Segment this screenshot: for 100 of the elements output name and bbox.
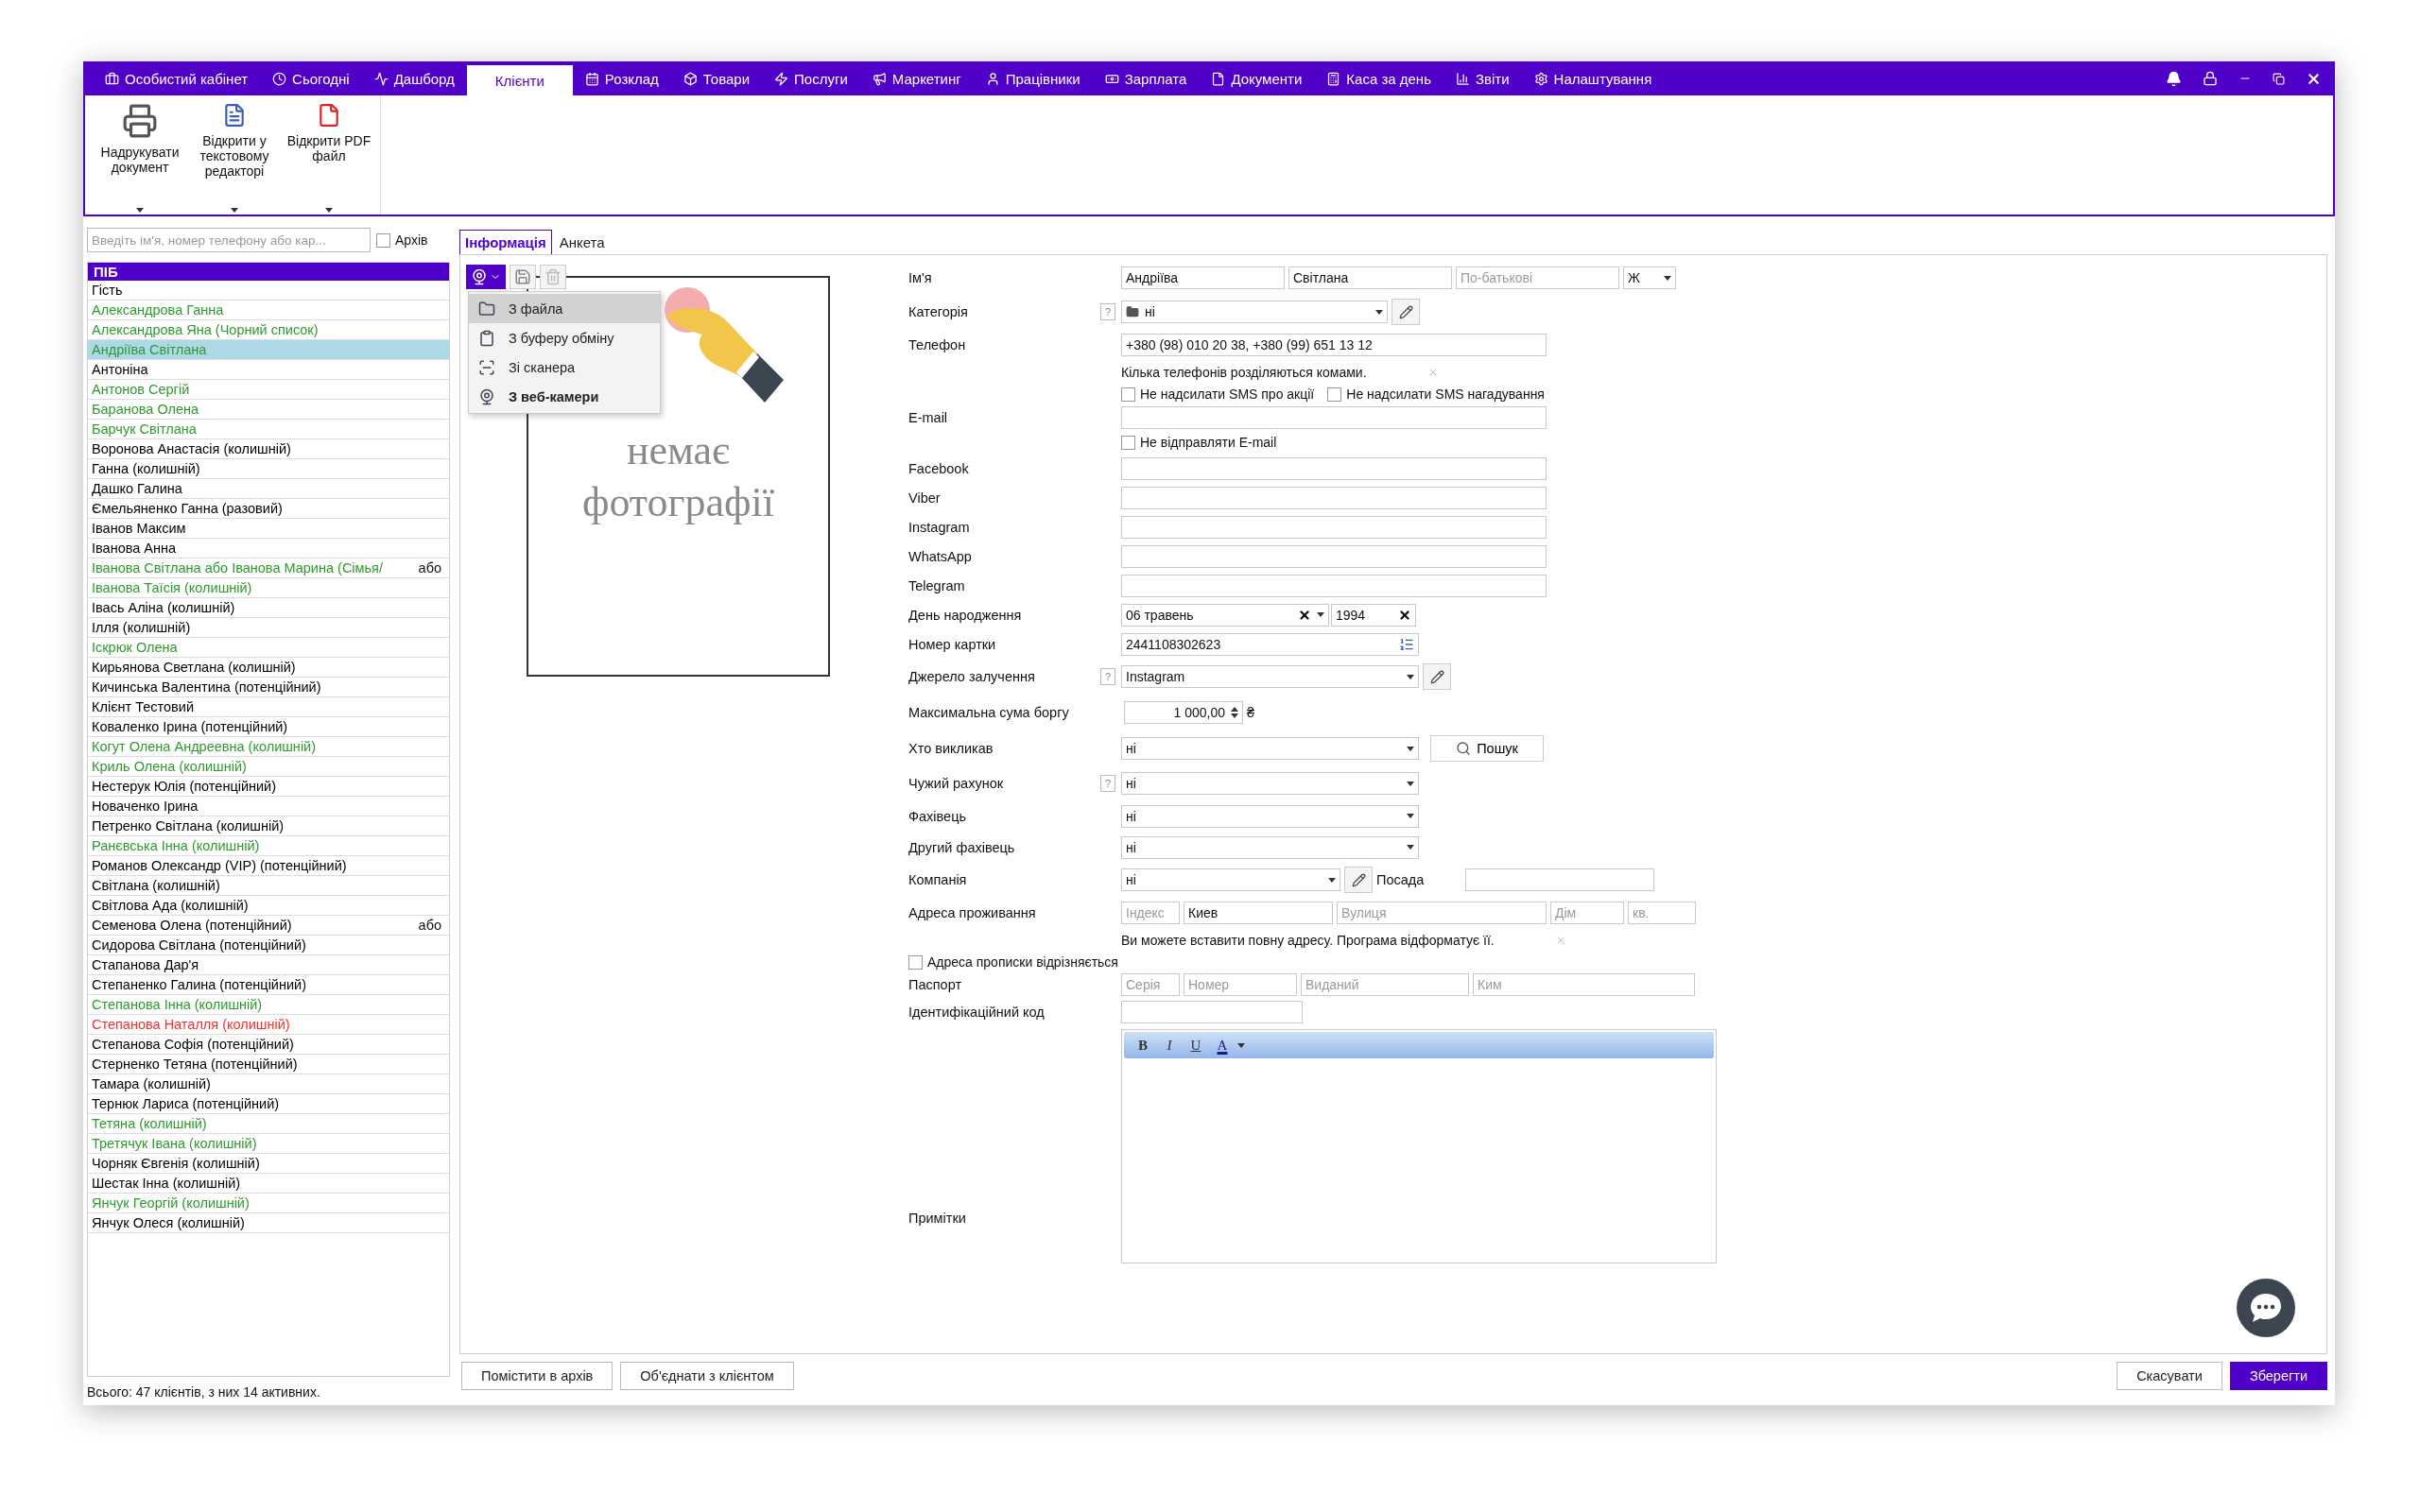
amount-field[interactable]: 1 000,00 (1124, 701, 1243, 724)
dropdown-arrow-icon[interactable] (1407, 674, 1414, 679)
checkbox[interactable]: Адреса прописки відрізняється (908, 954, 1118, 970)
birthday-year-field[interactable]: 1994 (1331, 603, 1416, 627)
tab[interactable]: Інформація (459, 230, 552, 254)
passport-field[interactable]: Ким (1473, 973, 1695, 996)
edit-button[interactable] (1423, 663, 1451, 690)
passport-field[interactable]: Номер (1184, 973, 1297, 996)
menu-tab[interactable]: Дашборд (361, 61, 467, 95)
help-icon[interactable]: ? (1100, 775, 1115, 792)
edit-button[interactable] (1344, 867, 1373, 893)
social-field[interactable] (1121, 456, 1547, 480)
passport-field[interactable]: Виданий (1301, 973, 1469, 996)
dropdown[interactable]: ні (1121, 737, 1419, 760)
last-name-field[interactable]: Андріїва (1121, 266, 1285, 289)
dropdown-arrow-icon[interactable] (136, 208, 144, 213)
social-field[interactable] (1121, 486, 1547, 509)
social-field[interactable] (1121, 515, 1547, 539)
dropdown[interactable]: Ж (1623, 266, 1676, 289)
checkbox[interactable]: Архів (376, 232, 428, 248)
client-name: Тетяна (колишній) (92, 1116, 207, 1131)
help-icon[interactable]: ? (1100, 303, 1115, 320)
dropdown[interactable]: ні (1121, 835, 1419, 859)
save-button[interactable] (510, 265, 536, 289)
dropdown-arrow-icon[interactable] (1407, 845, 1414, 850)
save-button[interactable]: Зберегти (2229, 1362, 2327, 1390)
dropdown-arrow-icon[interactable] (1375, 309, 1383, 315)
menu-tab[interactable]: Товари (670, 61, 763, 95)
birthday-day-field[interactable]: 06 травень (1121, 603, 1329, 627)
dropdown-arrow-icon[interactable] (231, 208, 238, 213)
search-button[interactable]: Пошук (1430, 735, 1544, 762)
action-button[interactable]: Помістити в архів (461, 1362, 614, 1390)
cancel-button[interactable]: Скасувати (2117, 1362, 2222, 1390)
dropdown-arrow-icon[interactable] (325, 208, 333, 213)
ribbon-button[interactable]: Надрукувати документ (93, 95, 187, 215)
position-field[interactable] (1465, 868, 1655, 891)
dropdown-arrow-icon[interactable] (1407, 746, 1414, 751)
menu-tab[interactable]: Сьогодні (260, 61, 362, 95)
dropdown-arrow-icon[interactable] (1237, 1042, 1245, 1048)
format-button[interactable]: I (1158, 1035, 1181, 1056)
menu-tab[interactable]: Документи (1199, 61, 1315, 95)
ribbon-button[interactable]: Відкрити у текстовому редакторі (187, 95, 282, 215)
menu-tab[interactable]: Звіти (1443, 61, 1522, 95)
edit-button[interactable] (1392, 299, 1420, 325)
search-field[interactable]: Введіть ім'я, номер телефону або кар... (87, 228, 371, 252)
menu-item[interactable]: З веб-камери (469, 382, 660, 411)
house-field[interactable]: Дім (1550, 902, 1624, 924)
camera-button[interactable] (466, 265, 506, 289)
dropdown[interactable]: ні (1121, 772, 1419, 795)
checkbox[interactable]: Не надсилати SMS нагадування (1327, 387, 1545, 402)
tax-id-field[interactable] (1121, 1001, 1303, 1023)
apartment-field[interactable]: кв. (1628, 902, 1696, 924)
menu-tab[interactable]: Клієнти (466, 65, 573, 95)
field-label: Фахівець (908, 808, 967, 824)
format-button[interactable]: B (1132, 1035, 1154, 1056)
menu-tab[interactable]: Налаштування (1521, 61, 1665, 95)
action-button[interactable]: Об'єднати з клієнтом (620, 1362, 794, 1390)
phone-field[interactable]: +380 (98) 010 20 38, +380 (99) 651 13 12 (1121, 334, 1547, 356)
dropdown[interactable]: Instagram (1121, 665, 1419, 688)
email-field[interactable] (1121, 406, 1547, 429)
menu-item[interactable]: З буферу обміну (469, 323, 660, 352)
menu-tab[interactable]: Каса за день (1314, 61, 1443, 95)
notification-icon[interactable] (2166, 70, 2182, 87)
checkbox[interactable]: Не надсилати SMS про акції (1121, 387, 1315, 402)
help-icon[interactable]: ? (1100, 668, 1115, 685)
first-name-field[interactable]: Світлана (1288, 266, 1452, 289)
format-button[interactable]: U (1184, 1035, 1207, 1056)
card-number-field[interactable]: 2441108302623 (1121, 632, 1419, 656)
notes-editor[interactable]: B I U A (1121, 1029, 1717, 1263)
menu-tab[interactable]: Особистий кабінет (93, 61, 261, 95)
dropdown-arrow-icon[interactable] (1407, 814, 1414, 818)
street-field[interactable]: Вулиця (1337, 902, 1547, 924)
social-field[interactable] (1121, 544, 1547, 568)
ribbon-button[interactable]: Відкрити PDF файл (282, 95, 376, 215)
dropdown-arrow-icon[interactable] (1664, 275, 1671, 281)
menu-item[interactable]: З файла (469, 294, 660, 323)
client-row[interactable]: Семенова Олена (потенційний) або (88, 916, 449, 936)
client-row[interactable]: Іванова Світлана або Іванова Марина (Сімья/ або (88, 558, 449, 578)
format-button[interactable]: A (1211, 1035, 1234, 1056)
dropdown-arrow-icon[interactable] (1328, 877, 1336, 883)
dropdown[interactable]: ні (1121, 868, 1340, 891)
menu-tab[interactable]: Зарплата (1092, 61, 1200, 95)
menu-tab[interactable]: Розклад (572, 61, 671, 95)
city-field[interactable]: Киев (1184, 902, 1333, 924)
menu-item[interactable]: Зі сканера (469, 352, 660, 382)
menu-tab[interactable]: Послуги (762, 61, 860, 95)
checkbox[interactable]: Не відправляти E-mail (1121, 435, 1277, 450)
middle-name-field[interactable]: По-батькові (1456, 266, 1619, 289)
dropdown-arrow-icon[interactable] (1317, 612, 1324, 617)
dropdown[interactable]: ні (1121, 804, 1419, 828)
dropdown[interactable]: ні (1121, 301, 1388, 323)
passport-field[interactable]: Серія (1121, 973, 1180, 996)
social-field[interactable] (1121, 574, 1547, 597)
dropdown-arrow-icon[interactable] (1407, 781, 1414, 786)
postcode-field[interactable]: Індекс (1121, 902, 1180, 924)
menu-tab[interactable]: Працівники (973, 61, 1093, 95)
lock-icon[interactable] (2203, 71, 2218, 86)
client-name: Стерненко Тетяна (потенційний) (92, 1057, 298, 1072)
restore-icon[interactable] (2273, 72, 2285, 85)
menu-tab[interactable]: Маркетинг (859, 61, 974, 95)
